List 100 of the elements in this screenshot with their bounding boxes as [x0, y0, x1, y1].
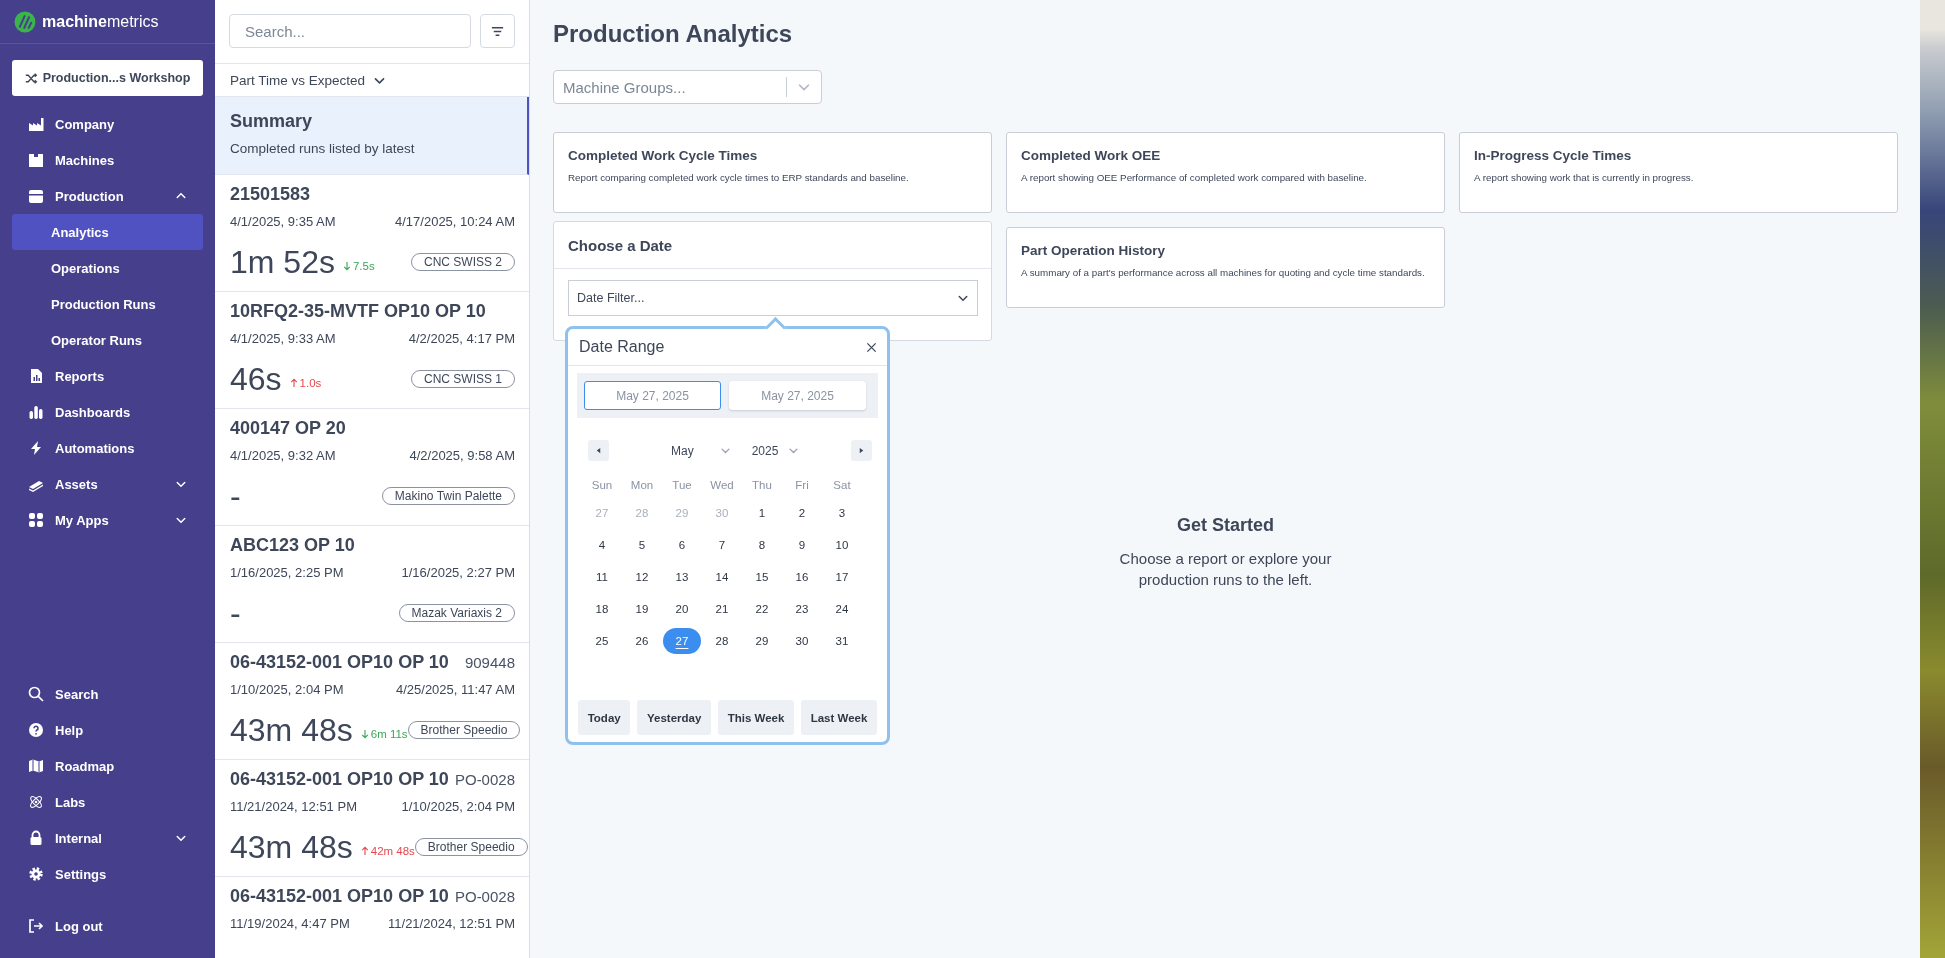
calendar-day[interactable]: 10: [823, 532, 861, 558]
calendar-day[interactable]: 15: [743, 564, 781, 590]
machine-groups-select[interactable]: Machine Groups...: [553, 70, 822, 104]
run-card[interactable]: 21501583 4/1/2025, 9:35 AM 4/17/2025, 10:24 AM 1m 52s 7.5s CNC SWISS 2: [215, 175, 529, 292]
nav-link[interactable]: Machines: [12, 142, 203, 178]
run-card[interactable]: 06-43152-001 OP10 OP 10 PO-0028 11/21/2024, 12:51 PM 1/10/2025, 2:04 PM 43m 48s 42m 48s Brother Speedio: [215, 760, 529, 877]
calendar-day[interactable]: 24: [823, 596, 861, 622]
calendar-day[interactable]: 22: [743, 596, 781, 622]
calendar-day[interactable]: 8: [743, 532, 781, 558]
quick-range-button[interactable]: Last Week: [801, 700, 877, 735]
run-end-time: 11/21/2024, 12:51 PM: [388, 916, 515, 931]
calendar-day[interactable]: 21: [703, 596, 741, 622]
date-filter-select[interactable]: Date Filter...: [568, 280, 978, 316]
calendar-day[interactable]: 14: [703, 564, 741, 590]
run-end-time: 4/2/2025, 4:17 PM: [408, 331, 515, 346]
map-icon: [28, 758, 44, 774]
nav-link[interactable]: Production Runs: [12, 286, 203, 322]
nav-link[interactable]: Assets: [12, 466, 203, 502]
calendar-day[interactable]: 20: [663, 596, 701, 622]
quick-range-button[interactable]: This Week: [718, 700, 794, 735]
get-started-title: Get Started: [1177, 514, 1274, 536]
calendar-day[interactable]: 30: [783, 628, 821, 654]
run-duration: -: [230, 594, 241, 632]
run-card[interactable]: 400147 OP 20 4/1/2025, 9:32 AM 4/2/2025, 9:58 AM - Makino Twin Palette: [215, 409, 529, 526]
next-month-button[interactable]: [851, 440, 872, 461]
calendar-day[interactable]: 16: [783, 564, 821, 590]
calendar-day[interactable]: 1: [743, 500, 781, 526]
run-card[interactable]: 10RFQ2-35-MVTF OP10 OP 10 4/1/2025, 9:33 AM 4/2/2025, 4:17 PM 46s 1.0s CNC SWISS 1: [215, 292, 529, 409]
nav-link[interactable]: Production: [12, 178, 203, 214]
nav-link[interactable]: Internal: [12, 820, 203, 856]
run-duration: 46s: [230, 360, 282, 398]
logo-icon: [14, 10, 36, 33]
previous-month-button[interactable]: [588, 440, 609, 461]
run-card[interactable]: 06-43152-001 OP10 OP 10 909448 1/10/2025, 2:04 PM 4/25/2025, 11:47 AM 43m 48s 6m 11s Brother Speedio: [215, 643, 529, 760]
report-card[interactable]: Completed Work Cycle Times Report comparing completed work cycle times to ERP standards and baseline.: [553, 132, 992, 213]
calendar-day[interactable]: 31: [823, 628, 861, 654]
calendar-day[interactable]: 26: [623, 628, 661, 654]
lightning-icon: [28, 440, 44, 456]
summary-title: Summary: [230, 111, 314, 132]
calendar-day[interactable]: 19: [623, 596, 661, 622]
month-select[interactable]: May: [671, 443, 731, 458]
year-select[interactable]: 2025: [751, 443, 800, 458]
calendar-day[interactable]: 29: [743, 628, 781, 654]
calendar-day[interactable]: 3: [823, 500, 861, 526]
quick-range-button[interactable]: Today: [578, 700, 631, 735]
nav-link[interactable]: Operations: [12, 250, 203, 286]
calendar-day[interactable]: 11: [583, 564, 621, 590]
nav-link[interactable]: My Apps: [12, 502, 203, 538]
weekday-label: Wed: [709, 479, 735, 491]
arrow-down-icon: [342, 261, 351, 271]
workspace-button[interactable]: Production...s Workshop: [12, 60, 203, 96]
nav-link[interactable]: Search: [12, 676, 203, 712]
nav-link[interactable]: Automations: [12, 430, 203, 466]
card-description: A summary of a part's performance across all machines for quoting and cycle time standards.: [1021, 267, 1426, 278]
search-field[interactable]: Search...: [229, 14, 471, 48]
calendar-day[interactable]: 5: [623, 532, 661, 558]
calendar-day[interactable]: 18: [583, 596, 621, 622]
weekday-label: Sun: [590, 479, 614, 491]
nav-link[interactable]: Roadmap: [12, 748, 203, 784]
calendar-day[interactable]: 25: [583, 628, 621, 654]
run-delta: 6m 11s: [370, 728, 408, 740]
nav-link[interactable]: Operator Runs: [12, 322, 203, 358]
nav-link[interactable]: Analytics: [12, 214, 203, 250]
report-card[interactable]: In-Progress Cycle Times A report showing work that is currently in progress.: [1459, 132, 1898, 213]
calendar-day[interactable]: 12: [623, 564, 661, 590]
nav-link[interactable]: Labs: [12, 784, 203, 820]
calendar-day[interactable]: 23: [783, 596, 821, 622]
get-started-text: Choose a report or explore your production runs to the left.: [1118, 548, 1333, 590]
calendar-day[interactable]: 13: [663, 564, 701, 590]
filter-button[interactable]: [480, 14, 515, 48]
calendar-day[interactable]: 9: [783, 532, 821, 558]
calendar-day[interactable]: 4: [583, 532, 621, 558]
calendar-day[interactable]: 7: [703, 532, 741, 558]
calendar-day[interactable]: 28: [703, 628, 741, 654]
nav-link[interactable]: Reports: [12, 358, 203, 394]
summary-item[interactable]: Summary Completed runs listed by latest: [215, 97, 529, 175]
card-title: In-Progress Cycle Times: [1474, 148, 1633, 163]
run-reference: 909448: [464, 654, 515, 671]
calendar-day[interactable]: 17: [823, 564, 861, 590]
nav-link[interactable]: Help: [12, 712, 203, 748]
run-card[interactable]: ABC123 OP 10 1/16/2025, 2:25 PM 1/16/2025, 2:27 PM - Mazak Variaxis 2: [215, 526, 529, 643]
close-icon[interactable]: [866, 341, 877, 353]
nav-link[interactable]: Company: [12, 106, 203, 142]
logout-link[interactable]: Log out: [12, 908, 203, 944]
grid-icon: [28, 512, 44, 528]
report-card[interactable]: Part Operation History A summary of a part's performance across all machines for quoting and cycle time standards.: [1006, 227, 1445, 308]
run-card[interactable]: 06-43152-001 OP10 OP 10 PO-0028 11/19/2024, 4:47 PM 11/21/2024, 12:51 PM: [215, 877, 529, 958]
shuffle-icon: [24, 71, 38, 85]
run-duration: 1m 52s: [230, 243, 335, 281]
help-icon: [28, 722, 44, 738]
calendar-day[interactable]: 2: [783, 500, 821, 526]
report-card[interactable]: Completed Work OEE A report showing OEE Performance of completed work compared with baseline.: [1006, 132, 1445, 213]
panel-icon: [28, 152, 44, 168]
atom-icon: [28, 794, 44, 810]
nav-link[interactable]: Settings: [12, 856, 203, 892]
run-delta: 1.0s: [299, 377, 322, 389]
nav-link[interactable]: Dashboards: [12, 394, 203, 430]
arrow-up-icon: [360, 846, 369, 856]
calendar-day[interactable]: 6: [663, 532, 701, 558]
quick-range-button[interactable]: Yesterday: [637, 700, 711, 735]
